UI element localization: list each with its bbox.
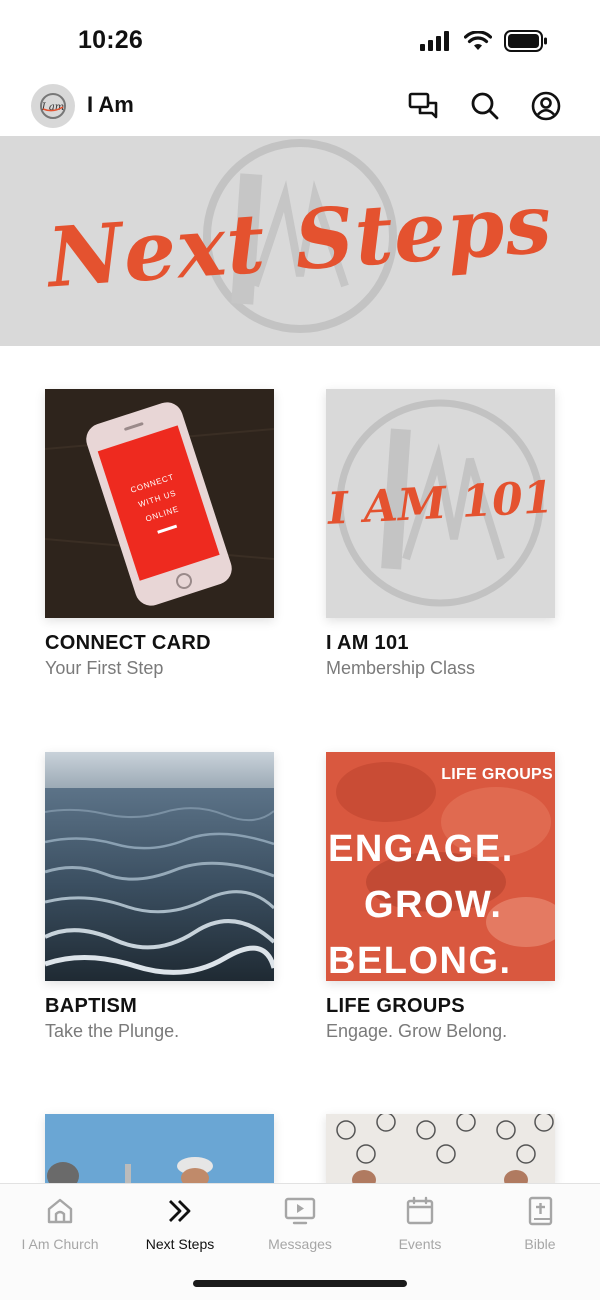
partial-tile-left-image [45, 1114, 274, 1184]
church-logo-icon: I am [40, 93, 66, 119]
connect-card-tile[interactable]: CONNECT WITH US ONLINE CONNECT CARD Your… [45, 389, 274, 679]
church-logo-avatar[interactable]: I am [31, 84, 75, 128]
search-button[interactable] [467, 88, 503, 124]
search-icon [471, 92, 499, 120]
life-groups-tile[interactable]: LIFE GROUPS ENGAGE. GROW. BELONG. LIFE G… [326, 752, 555, 1042]
life-groups-image-line2: GROW. [364, 884, 503, 926]
life-groups-image-line3: BELONG. [328, 940, 512, 981]
tab-bible[interactable]: Bible [480, 1196, 600, 1252]
app-header: I am I Am [0, 78, 600, 136]
status-bar: 10:26 [0, 0, 600, 78]
chat-button[interactable] [406, 88, 442, 124]
next-steps-banner: Next Steps [0, 136, 600, 346]
tab-messages[interactable]: Messages [240, 1196, 360, 1252]
card-title: I AM 101 [326, 632, 409, 654]
tab-label: Messages [268, 1236, 332, 1252]
tab-label: I Am Church [21, 1236, 99, 1252]
tab-events[interactable]: Events [360, 1196, 480, 1252]
partial-tile-right-image [326, 1114, 555, 1184]
life-groups-image: LIFE GROUPS ENGAGE. GROW. BELONG. [326, 752, 555, 981]
partial-tile-left[interactable] [45, 1114, 274, 1184]
calendar-icon [406, 1196, 434, 1225]
tab-label: Events [398, 1236, 442, 1252]
bible-icon [528, 1196, 553, 1226]
i-am-101-tile[interactable]: I AM 101 I AM 101 Membership Class [326, 389, 555, 679]
tab-next-steps[interactable]: Next Steps [120, 1196, 240, 1252]
wifi-icon [464, 31, 492, 50]
double-chevron-icon [169, 1200, 191, 1222]
i-am-101-image: I AM 101 [326, 389, 555, 618]
card-subtitle: Your First Step [45, 658, 164, 678]
i-am-101-image-text: I AM 101 [326, 472, 555, 535]
card-title: BAPTISM [45, 995, 138, 1017]
baptism-image [45, 752, 274, 981]
signal-icon [420, 31, 449, 51]
card-title: LIFE GROUPS [326, 995, 465, 1017]
play-screen-icon [284, 1197, 316, 1225]
tab-label: Next Steps [145, 1236, 215, 1252]
app-title: I Am [87, 92, 134, 117]
home-icon [47, 1198, 73, 1224]
tab-i-am-church[interactable]: I Am Church [0, 1196, 120, 1252]
chat-icon [408, 92, 438, 119]
partial-tile-right[interactable] [326, 1114, 555, 1184]
baptism-tile[interactable]: BAPTISM Take the Plunge. [45, 752, 274, 1042]
card-subtitle: Membership Class [326, 658, 476, 678]
banner-title: Next Steps [44, 175, 556, 307]
card-subtitle: Engage. Grow Belong. [326, 1021, 508, 1041]
profile-icon [531, 91, 561, 121]
connect-card-image: CONNECT WITH US ONLINE [45, 389, 274, 618]
home-indicator[interactable] [193, 1280, 407, 1287]
card-title: CONNECT CARD [45, 632, 211, 654]
status-time: 10:26 [78, 26, 143, 54]
card-subtitle: Take the Plunge. [45, 1021, 180, 1041]
life-groups-image-badge: LIFE GROUPS [441, 766, 553, 783]
profile-button[interactable] [528, 88, 564, 124]
battery-icon [504, 30, 547, 52]
tab-label: Bible [524, 1236, 556, 1252]
life-groups-image-line1: ENGAGE. [328, 828, 514, 870]
